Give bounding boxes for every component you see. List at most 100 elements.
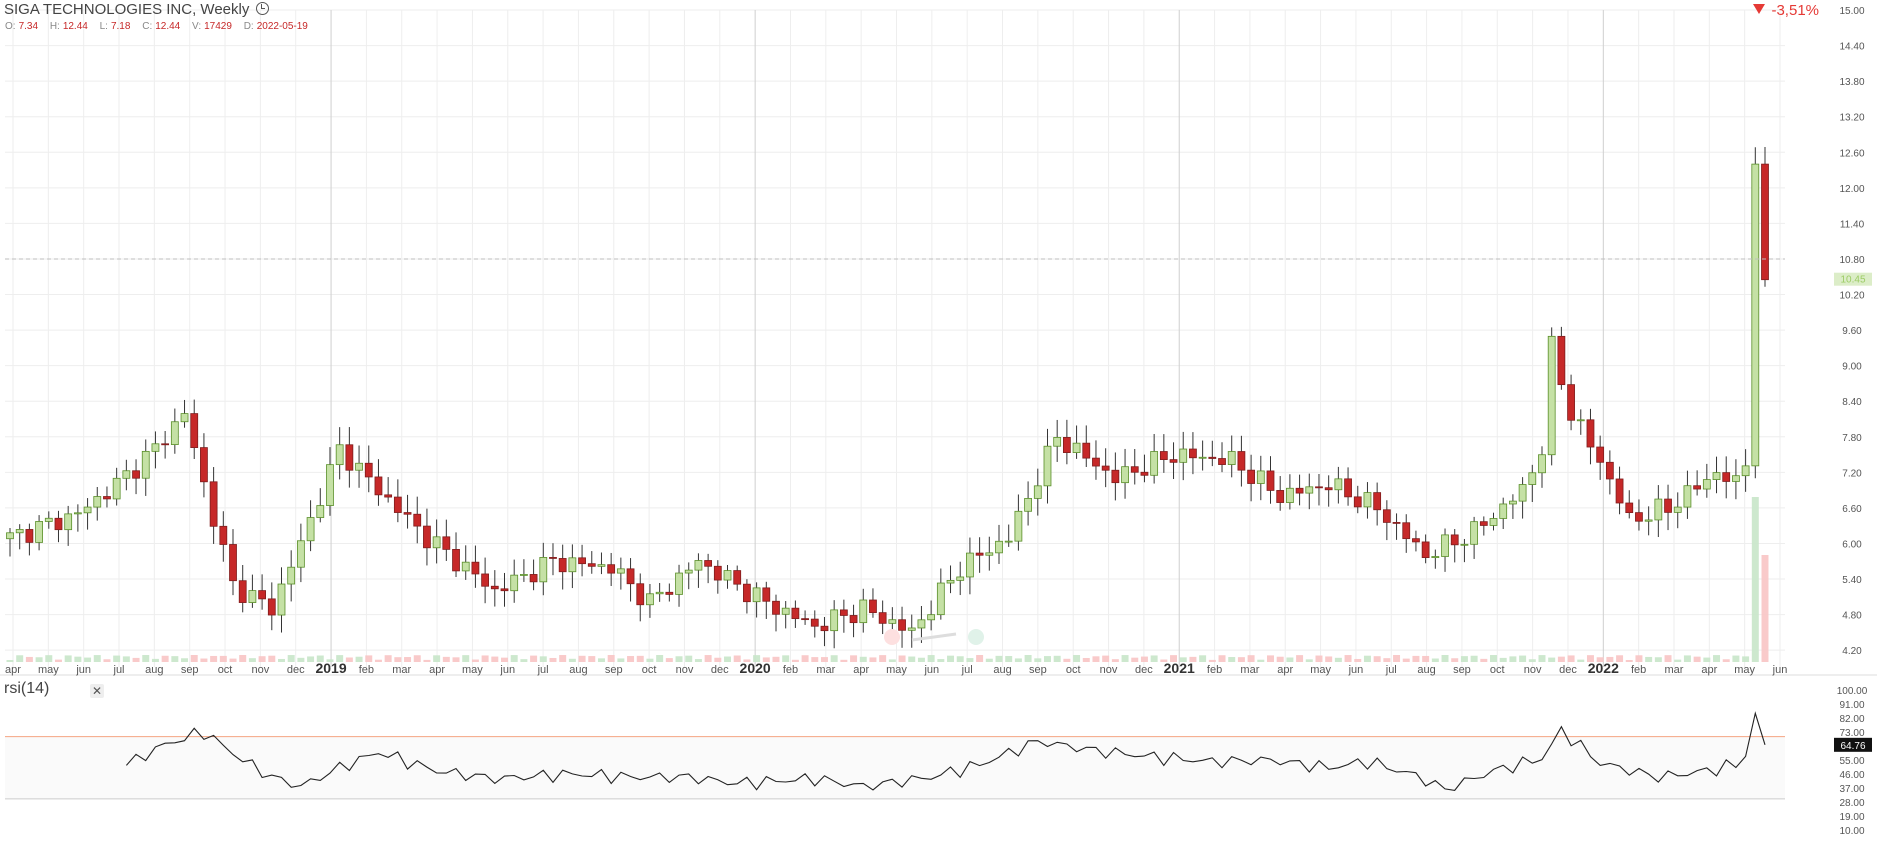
candle-up xyxy=(1121,466,1129,484)
rsi-y-tick-label: 37.00 xyxy=(1839,784,1864,795)
volume-bar xyxy=(1499,657,1507,662)
price-tag-label: 10.45 xyxy=(1840,275,1865,286)
volume-bar xyxy=(1063,658,1071,662)
volume-bar xyxy=(947,655,955,662)
volume-bar xyxy=(307,656,315,662)
candle-down xyxy=(364,462,373,478)
volume-bar xyxy=(1693,656,1701,662)
candle-down xyxy=(839,609,848,616)
volume-bar xyxy=(1208,659,1216,662)
candle-up xyxy=(1489,518,1498,526)
close-icon[interactable]: ✕ xyxy=(90,684,104,698)
candle-down xyxy=(1130,466,1139,473)
candle-down xyxy=(25,529,34,543)
volume-bar xyxy=(64,655,72,662)
candle-down xyxy=(238,580,247,603)
candle-down xyxy=(1159,451,1168,460)
volume-bar xyxy=(1674,659,1682,662)
candle-up xyxy=(1256,470,1265,484)
volume-bar xyxy=(1431,658,1439,662)
volume-bar xyxy=(1480,658,1488,662)
volume-bar xyxy=(976,655,984,662)
candle-down xyxy=(1353,496,1362,508)
scroll-handle xyxy=(911,632,957,642)
volume-bar xyxy=(442,656,450,662)
volume-bar xyxy=(995,655,1003,662)
x-tick-label: jul xyxy=(537,664,549,676)
volume-bar xyxy=(675,656,683,662)
candle-down xyxy=(1324,487,1333,491)
candle-down xyxy=(549,557,557,559)
volume-bar xyxy=(820,657,828,662)
candle-down xyxy=(1082,442,1091,459)
candle-down xyxy=(1567,384,1575,421)
volume-bar xyxy=(404,657,412,662)
candle-down xyxy=(1605,461,1614,480)
volume-bar xyxy=(1460,656,1468,662)
candle-up xyxy=(597,564,606,567)
bullish-marker-icon xyxy=(968,629,984,645)
ohlc-volume-value: 17429 xyxy=(204,21,232,32)
x-tick-label: 2019 xyxy=(315,660,346,676)
volume-bar xyxy=(481,655,489,662)
candle-down xyxy=(471,561,480,575)
candle-up xyxy=(112,477,121,500)
volume-bar xyxy=(1383,658,1391,662)
candle-down xyxy=(1062,437,1071,453)
volume-bar xyxy=(365,655,373,662)
candle-down xyxy=(1625,502,1634,514)
x-tick-label: nov xyxy=(252,664,270,676)
volume-bar xyxy=(433,655,441,662)
candle-up xyxy=(655,591,664,595)
candle-up xyxy=(1741,465,1750,477)
volume-bar xyxy=(1257,659,1265,662)
volume-bar xyxy=(1509,656,1517,662)
symbol-title: SIGA TECHNOLOGIES INC, Weekly xyxy=(4,1,269,18)
candle-down xyxy=(1664,498,1672,513)
candle-up xyxy=(83,506,92,514)
candle-up xyxy=(956,576,965,581)
x-tick-label: jun xyxy=(75,664,91,676)
x-tick-label: feb xyxy=(1207,664,1222,676)
volume-bar xyxy=(1218,655,1226,662)
volume-bar xyxy=(1276,656,1284,662)
volume-bar xyxy=(859,656,867,662)
x-tick-label: oct xyxy=(218,664,233,676)
volume-bar xyxy=(1713,655,1721,662)
volume-bar xyxy=(1014,658,1022,662)
volume-bar xyxy=(607,655,615,662)
volume-bar xyxy=(219,655,227,662)
candle-up xyxy=(1441,534,1449,557)
y-tick-label: 10.20 xyxy=(1839,291,1864,302)
candle-down xyxy=(733,570,742,585)
candle-up xyxy=(907,627,916,631)
candle-down xyxy=(1140,471,1149,476)
y-tick-label: 6.00 xyxy=(1842,539,1862,550)
x-tick-label: aug xyxy=(993,664,1011,676)
ohlc-date-key: D: xyxy=(243,21,254,32)
candle-up xyxy=(355,462,363,471)
candle-down xyxy=(626,568,635,585)
candle-up xyxy=(1004,540,1013,543)
volume-bar xyxy=(1043,656,1051,662)
volume-bar xyxy=(1538,655,1546,662)
volume-bar xyxy=(665,658,673,662)
candle-up xyxy=(35,521,43,543)
price-chart[interactable]: 10.45 4.20 4.80 5.40 6.00 6.60 7.20 7.80 8.40 9.0… xyxy=(0,0,1877,849)
volume-bar xyxy=(1082,657,1090,662)
volume-bar xyxy=(840,659,848,662)
rsi-indicator-label: rsi(14) xyxy=(4,680,50,697)
candle-up xyxy=(1150,451,1159,476)
ohlc-open-key: O: xyxy=(5,21,16,32)
candle-down xyxy=(267,598,276,616)
x-tick-label: nov xyxy=(1524,664,1542,676)
candle-down xyxy=(1722,472,1731,482)
change-percent: -3,51% xyxy=(1753,2,1819,19)
volume-bar xyxy=(268,655,276,662)
candle-down xyxy=(1373,492,1382,511)
candle-down xyxy=(103,496,111,500)
y-tick-label: 6.60 xyxy=(1842,504,1862,515)
volume-bar xyxy=(1334,657,1342,662)
volume-bar xyxy=(132,657,140,662)
candle-up xyxy=(1014,510,1023,542)
